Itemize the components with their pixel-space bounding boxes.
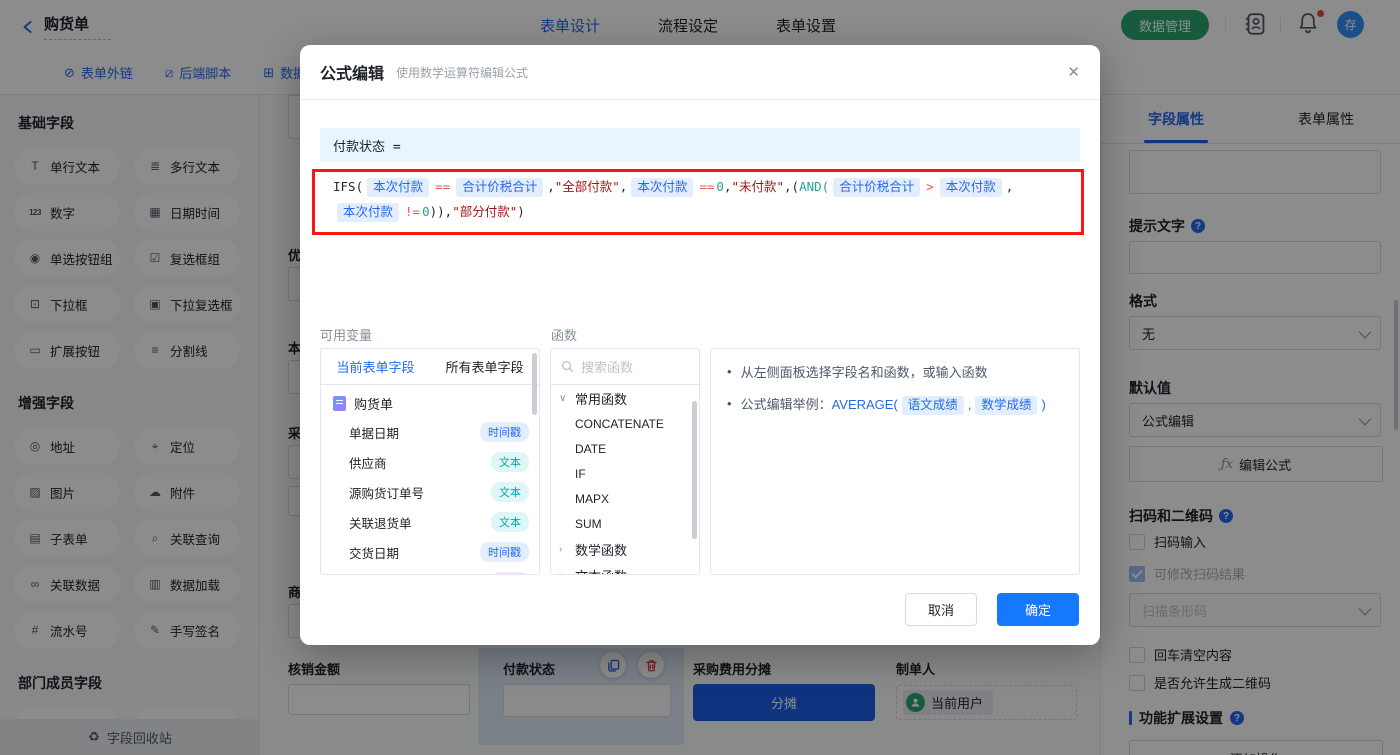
close-icon[interactable]: [1067, 63, 1080, 81]
formula-token: )),: [429, 204, 453, 219]
formula-token: !=: [405, 204, 421, 219]
type-badge: 文本: [491, 482, 529, 502]
function-group-collapsed[interactable]: › 文本函数: [551, 562, 699, 575]
scrollbar[interactable]: [692, 401, 697, 539]
formula-token: >: [926, 179, 934, 194]
formula-token: ,: [619, 179, 628, 194]
function-group-label: 常用函数: [575, 391, 628, 407]
form-doc-icon: [333, 395, 346, 411]
form-tree-root[interactable]: 购货单: [321, 389, 539, 417]
formula-token: "部分付款": [452, 204, 518, 219]
function-group-collapsed[interactable]: › 数学函数: [551, 536, 699, 562]
function-item[interactable]: SUM: [551, 511, 699, 536]
formula-help-panel: 从左侧面板选择字段名和函数，或输入函数 公式编辑举例：AVERAGE(语文成绩,…: [710, 348, 1080, 575]
type-badge: 时间戳: [480, 422, 529, 442]
formula-token: ,: [547, 179, 555, 194]
search-icon: [561, 360, 574, 373]
search-placeholder: 搜索函数: [581, 360, 634, 375]
function-group-label: 文本函数: [575, 566, 627, 575]
variable-row[interactable]: 交货日期 时间戳: [321, 537, 539, 567]
field-chip[interactable]: 本次付款: [337, 203, 400, 222]
variable-row[interactable]: 单据日期 时间戳: [321, 417, 539, 447]
formula-token: ,(: [784, 179, 800, 194]
confirm-button[interactable]: 确定: [997, 593, 1079, 626]
variable-name: 源购货订单号: [349, 486, 425, 501]
variable-name: 购货明细.商品条形码: [349, 573, 465, 575]
function-group-expanded[interactable]: ∨ 常用函数: [551, 385, 699, 411]
dialog-subtitle: 使用数学运算符编辑公式: [396, 65, 529, 80]
variable-row[interactable]: 关联退货单 文本: [321, 507, 539, 537]
variable-name: 供应商: [349, 456, 387, 471]
variable-name: 关联退货单: [349, 516, 412, 531]
variable-row[interactable]: 购货明细.商品条形码 数组: [321, 567, 539, 575]
field-chip[interactable]: 本次付款: [631, 178, 694, 197]
tip-example-line: 公式编辑举例：AVERAGE(语文成绩,数学成绩): [727, 395, 1063, 415]
formula-token: "未付款": [731, 179, 785, 194]
chevron-right-icon: ›: [559, 543, 563, 555]
field-chip[interactable]: 合计价税合计: [456, 178, 544, 197]
formula-token: IFS(: [333, 179, 364, 194]
field-chip[interactable]: 合计价税合计: [833, 178, 921, 197]
formula-token: ): [517, 204, 525, 219]
function-item[interactable]: IF: [551, 461, 699, 486]
dialog-title: 公式编辑: [320, 66, 385, 83]
formula-token: 0: [422, 204, 430, 219]
variable-row[interactable]: 供应商 文本: [321, 447, 539, 477]
chevron-down-icon: ∨: [559, 392, 567, 404]
formula-edit-dialog: 公式编辑 使用数学运算符编辑公式 付款状态 = IFS(本次付款==合计价税合计…: [300, 45, 1100, 645]
chevron-right-icon: ›: [559, 569, 563, 575]
variables-label: 可用变量: [320, 328, 373, 343]
formula-token: 0: [716, 179, 724, 194]
bullet-icon: [727, 394, 732, 414]
scrollbar[interactable]: [532, 353, 537, 415]
cancel-button[interactable]: 取消: [905, 593, 977, 626]
function-search-input[interactable]: 搜索函数: [551, 349, 699, 385]
formula-token: ==: [435, 179, 451, 194]
bullet-icon: [727, 362, 732, 382]
function-item[interactable]: DATE: [551, 436, 699, 461]
function-group-label: 数学函数: [575, 542, 628, 558]
formula-token: ==: [699, 179, 715, 194]
formula-editor[interactable]: IFS(本次付款 == 合计价税合计 ,"全部付款", 本次付款 == 0,"未付款",(A…: [320, 164, 1080, 314]
example-field-chip: 数学成绩: [975, 396, 1038, 415]
type-badge: 数组: [491, 572, 529, 574]
formula-token: AND(: [799, 179, 830, 194]
functions-panel: 搜索函数 ∨ 常用函数 CONCATENATE DATE IF MAPX SUM › 数学函数 ›…: [550, 348, 700, 575]
function-item[interactable]: CONCATENATE: [551, 411, 699, 436]
type-badge: 文本: [491, 512, 529, 532]
function-tree: ∨ 常用函数 CONCATENATEDATEIFMAPXSUM › 数学函数 › 文本函数: [551, 385, 699, 575]
variable-list: 单据日期时间戳供应商文本源购货订单号文本关联退货单文本交货日期时间戳购货明细.商…: [321, 417, 539, 575]
formula-token: ,: [1005, 179, 1014, 194]
formula-target-bar: 付款状态 =: [320, 128, 1080, 162]
tip-line: 从左侧面板选择字段名和函数，或输入函数: [727, 363, 1063, 383]
type-badge: 时间戳: [480, 542, 529, 562]
variables-panel: 当前表单字段 所有表单字段 购货单 单据日期 时间戳 供应商 文本 源购货订单号 文本 关联…: [320, 348, 540, 575]
field-chip[interactable]: 本次付款: [367, 178, 430, 197]
variable-name: 单据日期: [349, 426, 400, 441]
functions-label: 函数: [551, 328, 578, 343]
function-item[interactable]: MAPX: [551, 486, 699, 511]
tab-current-form-fields[interactable]: 当前表单字段: [321, 349, 430, 384]
example-field-chip: 语文成绩: [901, 396, 964, 415]
tab-all-form-fields[interactable]: 所有表单字段: [430, 349, 539, 384]
variable-row[interactable]: 源购货订单号 文本: [321, 477, 539, 507]
formula-token: "全部付款": [554, 179, 620, 194]
variable-name: 交货日期: [349, 546, 400, 561]
field-chip[interactable]: 本次付款: [939, 178, 1002, 197]
type-badge: 文本: [491, 452, 529, 472]
